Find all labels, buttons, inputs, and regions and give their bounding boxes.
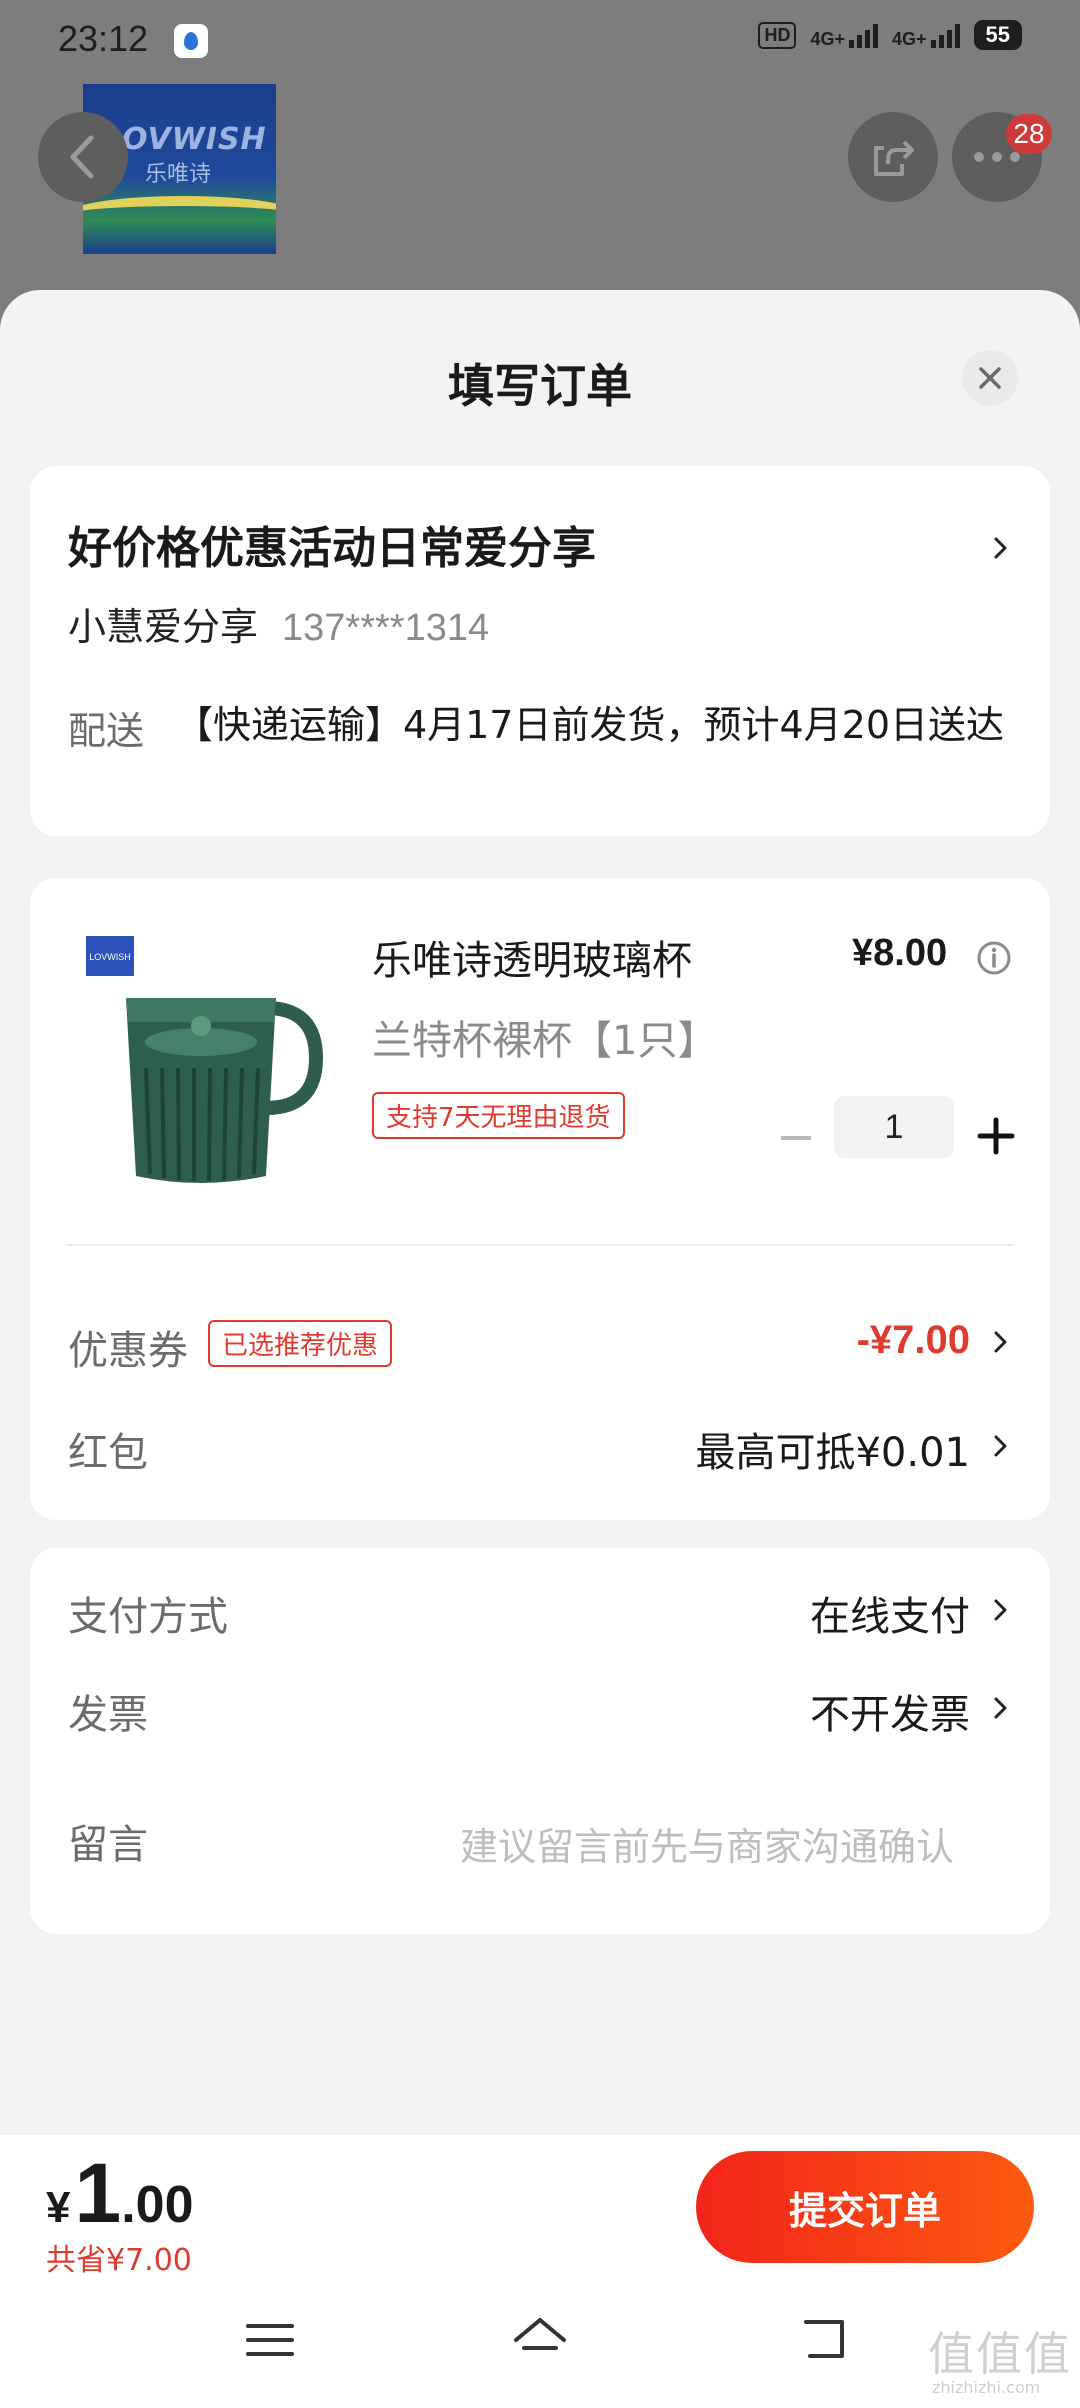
product-spec: 兰特杯裸杯【1只】 [372,1018,718,1064]
address-card[interactable]: 好价格优惠活动日常爱分享 小慧爱分享 137****1314 配送 【快递运输】4… [30,466,1050,836]
signal-2: 4G+ [892,22,960,48]
home-icon[interactable] [510,2310,570,2370]
submit-order-button[interactable]: 提交订单 [696,2151,1034,2263]
product-price: ¥8.00 [852,932,948,974]
network-type-1: 4G+ [810,29,845,49]
redpacket-label: 红包 [68,1430,148,1476]
redpacket-value[interactable]: 最高可抵¥0.01 [695,1420,970,1478]
invoice-value[interactable]: 不开发票 [810,1682,970,1740]
currency-symbol: ¥ [46,2183,71,2232]
return-policy-tag: 支持7天无理由退货 [372,1092,625,1139]
glass-mug-image: LOVWISH [86,936,324,1183]
product-name: 乐唯诗透明玻璃杯 [372,938,692,984]
coupon-value[interactable]: -¥7.00 [857,1318,970,1363]
status-bar: 23:12 HD 4G+ 4G+ 55 [0,0,1080,84]
back-nav-icon[interactable] [796,2310,856,2370]
chevron-right-icon[interactable] [988,1330,1012,1354]
payment-method-label: 支付方式 [68,1594,228,1640]
status-time: 23:12 [58,18,149,59]
info-icon[interactable] [976,940,1012,976]
receiver-phone: 137****1314 [282,607,490,649]
remark-input[interactable]: 建议留言前先与商家沟通确认 [460,1816,954,1871]
brand-logo-cn: 乐唯诗 [145,162,212,187]
receiver-line: 小慧爱分享 137****1314 [68,596,489,651]
chevron-left-icon [70,135,94,179]
status-right: HD 4G+ 4G+ 55 [758,20,1022,50]
total-decimal: .00 [121,2176,194,2234]
saved-amount: 共省¥7.00 [46,2243,192,2278]
network-type-2: 4G+ [891,29,927,49]
signal-bars-icon [848,22,878,48]
system-navigation-bar [0,2290,1080,2400]
quantity-value[interactable]: 1 [834,1096,954,1158]
menu-icon[interactable] [240,2310,300,2370]
chevron-right-icon[interactable] [988,1696,1012,1720]
close-icon [979,367,1001,389]
total-integer: 1 [74,2146,122,2240]
watermark-text: 值值值 [928,2327,1072,2381]
share-button[interactable] [848,112,938,202]
share-icon [874,140,914,176]
remark-label: 留言 [68,1822,148,1868]
product-image-brand: LOVWISH [89,952,131,962]
payment-card: 支付方式 在线支付 发票 不开发票 留言 建议留言前先与商家沟通确认 [30,1548,1050,1934]
chevron-right-icon [994,537,1007,559]
coupon-label: 优惠券 [68,1328,188,1374]
chevron-right-icon[interactable] [988,1434,1012,1458]
shipping-text: 【快递运输】4月17日前发货，预计4月20日送达 [174,703,1004,747]
notification-app-icon [174,24,208,58]
product-image[interactable]: LOVWISH [66,918,356,1208]
hd-icon: HD [758,21,797,49]
chevron-right-icon[interactable] [988,1598,1012,1622]
back-button[interactable] [38,112,128,202]
address-title: 好价格优惠活动日常爱分享 [68,523,596,574]
total-price: ¥1.00 [46,2145,194,2242]
more-badge: 28 [1006,114,1052,154]
receiver-name: 小慧爱分享 [68,605,259,649]
signal-1: 4G+ [810,22,878,48]
product-card: LOVWISH 乐唯诗透明玻璃杯 兰特杯裸杯【1只】 支持7天无理由退货 ¥8.… [30,878,1050,1520]
minus-icon [781,1136,811,1140]
quantity-plus-button[interactable] [974,1114,1018,1158]
order-sheet: 填写订单 好价格优惠活动日常爱分享 小慧爱分享 137****1314 配送 【快… [0,290,1080,2135]
signal-bars-icon [930,22,960,48]
payment-method-value[interactable]: 在线支付 [810,1584,970,1642]
shipping-label: 配送 [68,709,145,753]
quantity-minus-button[interactable] [776,1118,816,1158]
divider [66,1244,1014,1246]
coupon-tag: 已选推荐优惠 [208,1320,393,1367]
battery-icon: 55 [973,20,1022,50]
sheet-title: 填写订单 [448,359,632,413]
close-button[interactable] [962,350,1018,406]
watermark: 值值值 zhizhizhi.com [928,2318,1072,2397]
more-dots-icon [974,152,1020,162]
invoice-label: 发票 [68,1692,148,1738]
